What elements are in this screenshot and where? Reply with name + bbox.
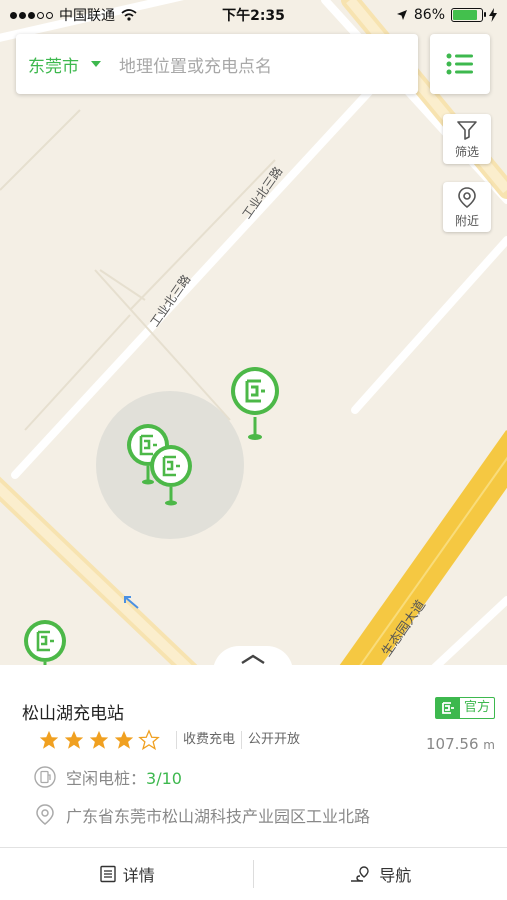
idle-value: 3/10 <box>146 769 182 788</box>
location-pin-icon <box>458 186 476 208</box>
city-label: 东莞市 <box>28 56 79 77</box>
navigation-icon <box>351 866 369 882</box>
charger-icon <box>435 698 460 718</box>
tag-public-open: 公开开放 <box>241 731 306 749</box>
document-icon <box>100 865 116 883</box>
station-address: 广东省东莞市松山湖科技产业园区工业北路 <box>66 807 371 826</box>
filter-label: 筛选 <box>454 144 479 159</box>
battery-icon <box>451 8 486 22</box>
star-filled-icon <box>89 730 109 749</box>
station-tags: 收费充电 公开开放 <box>176 731 306 749</box>
caret-down-icon <box>91 61 101 67</box>
address-row: 广东省东莞市松山湖科技产业园区工业北路 <box>34 803 370 827</box>
navigate-label: 导航 <box>379 866 412 885</box>
star-filled-icon <box>64 730 84 749</box>
carrier-name: 中国联通 <box>59 8 115 24</box>
bottom-action-bar: 详情 导航 <box>0 848 507 900</box>
charger-pile-icon <box>34 766 56 788</box>
wifi-icon <box>121 9 137 21</box>
station-name: 松山湖充电站 <box>22 704 124 724</box>
list-icon <box>446 53 473 75</box>
battery-percent: 86% <box>413 7 445 23</box>
search-input[interactable]: 地理位置或充电点名 <box>119 52 272 77</box>
nearby-button[interactable]: 附近 <box>443 182 491 232</box>
station-distance: 107.56 m <box>426 735 495 753</box>
filter-icon <box>457 120 477 140</box>
tag-paid-charging: 收费充电 <box>176 731 241 749</box>
idle-chargers-row: 空闲电桩：3/10 <box>34 765 182 789</box>
location-arrow-icon <box>396 10 407 20</box>
list-view-button[interactable] <box>430 34 490 94</box>
distance-value: 107.56 <box>426 735 479 753</box>
star-filled-icon <box>39 730 59 749</box>
nearby-label: 附近 <box>454 213 479 228</box>
location-pin-icon <box>36 804 54 825</box>
rating-stars <box>38 729 160 751</box>
idle-label: 空闲电桩： <box>66 769 147 788</box>
charging-bolt-icon <box>489 8 497 22</box>
details-label: 详情 <box>122 866 155 885</box>
charging-station-marker[interactable] <box>148 445 194 511</box>
chevron-up-icon <box>241 654 265 665</box>
status-bar: 中国联通 下午2:35 86% <box>0 0 507 30</box>
filter-button[interactable]: 筛选 <box>443 114 491 164</box>
signal-strength-icon <box>10 11 53 19</box>
charging-station-marker[interactable] <box>227 367 283 447</box>
station-info-sheet[interactable]: 松山湖充电站 官方 收费充电 公开开放 107.56 m 空闲电桩：3/10 广… <box>0 665 507 900</box>
details-button[interactable]: 详情 <box>0 848 254 900</box>
star-empty-icon <box>138 729 160 751</box>
navigate-button[interactable]: 导航 <box>254 848 507 900</box>
search-bar: 东莞市 地理位置或充电点名 <box>16 34 418 94</box>
official-badge: 官方 <box>434 697 495 719</box>
distance-unit: m <box>483 738 495 752</box>
star-filled-icon <box>114 730 134 749</box>
city-selector[interactable]: 东莞市 <box>28 52 101 77</box>
official-label: 官方 <box>463 700 490 715</box>
